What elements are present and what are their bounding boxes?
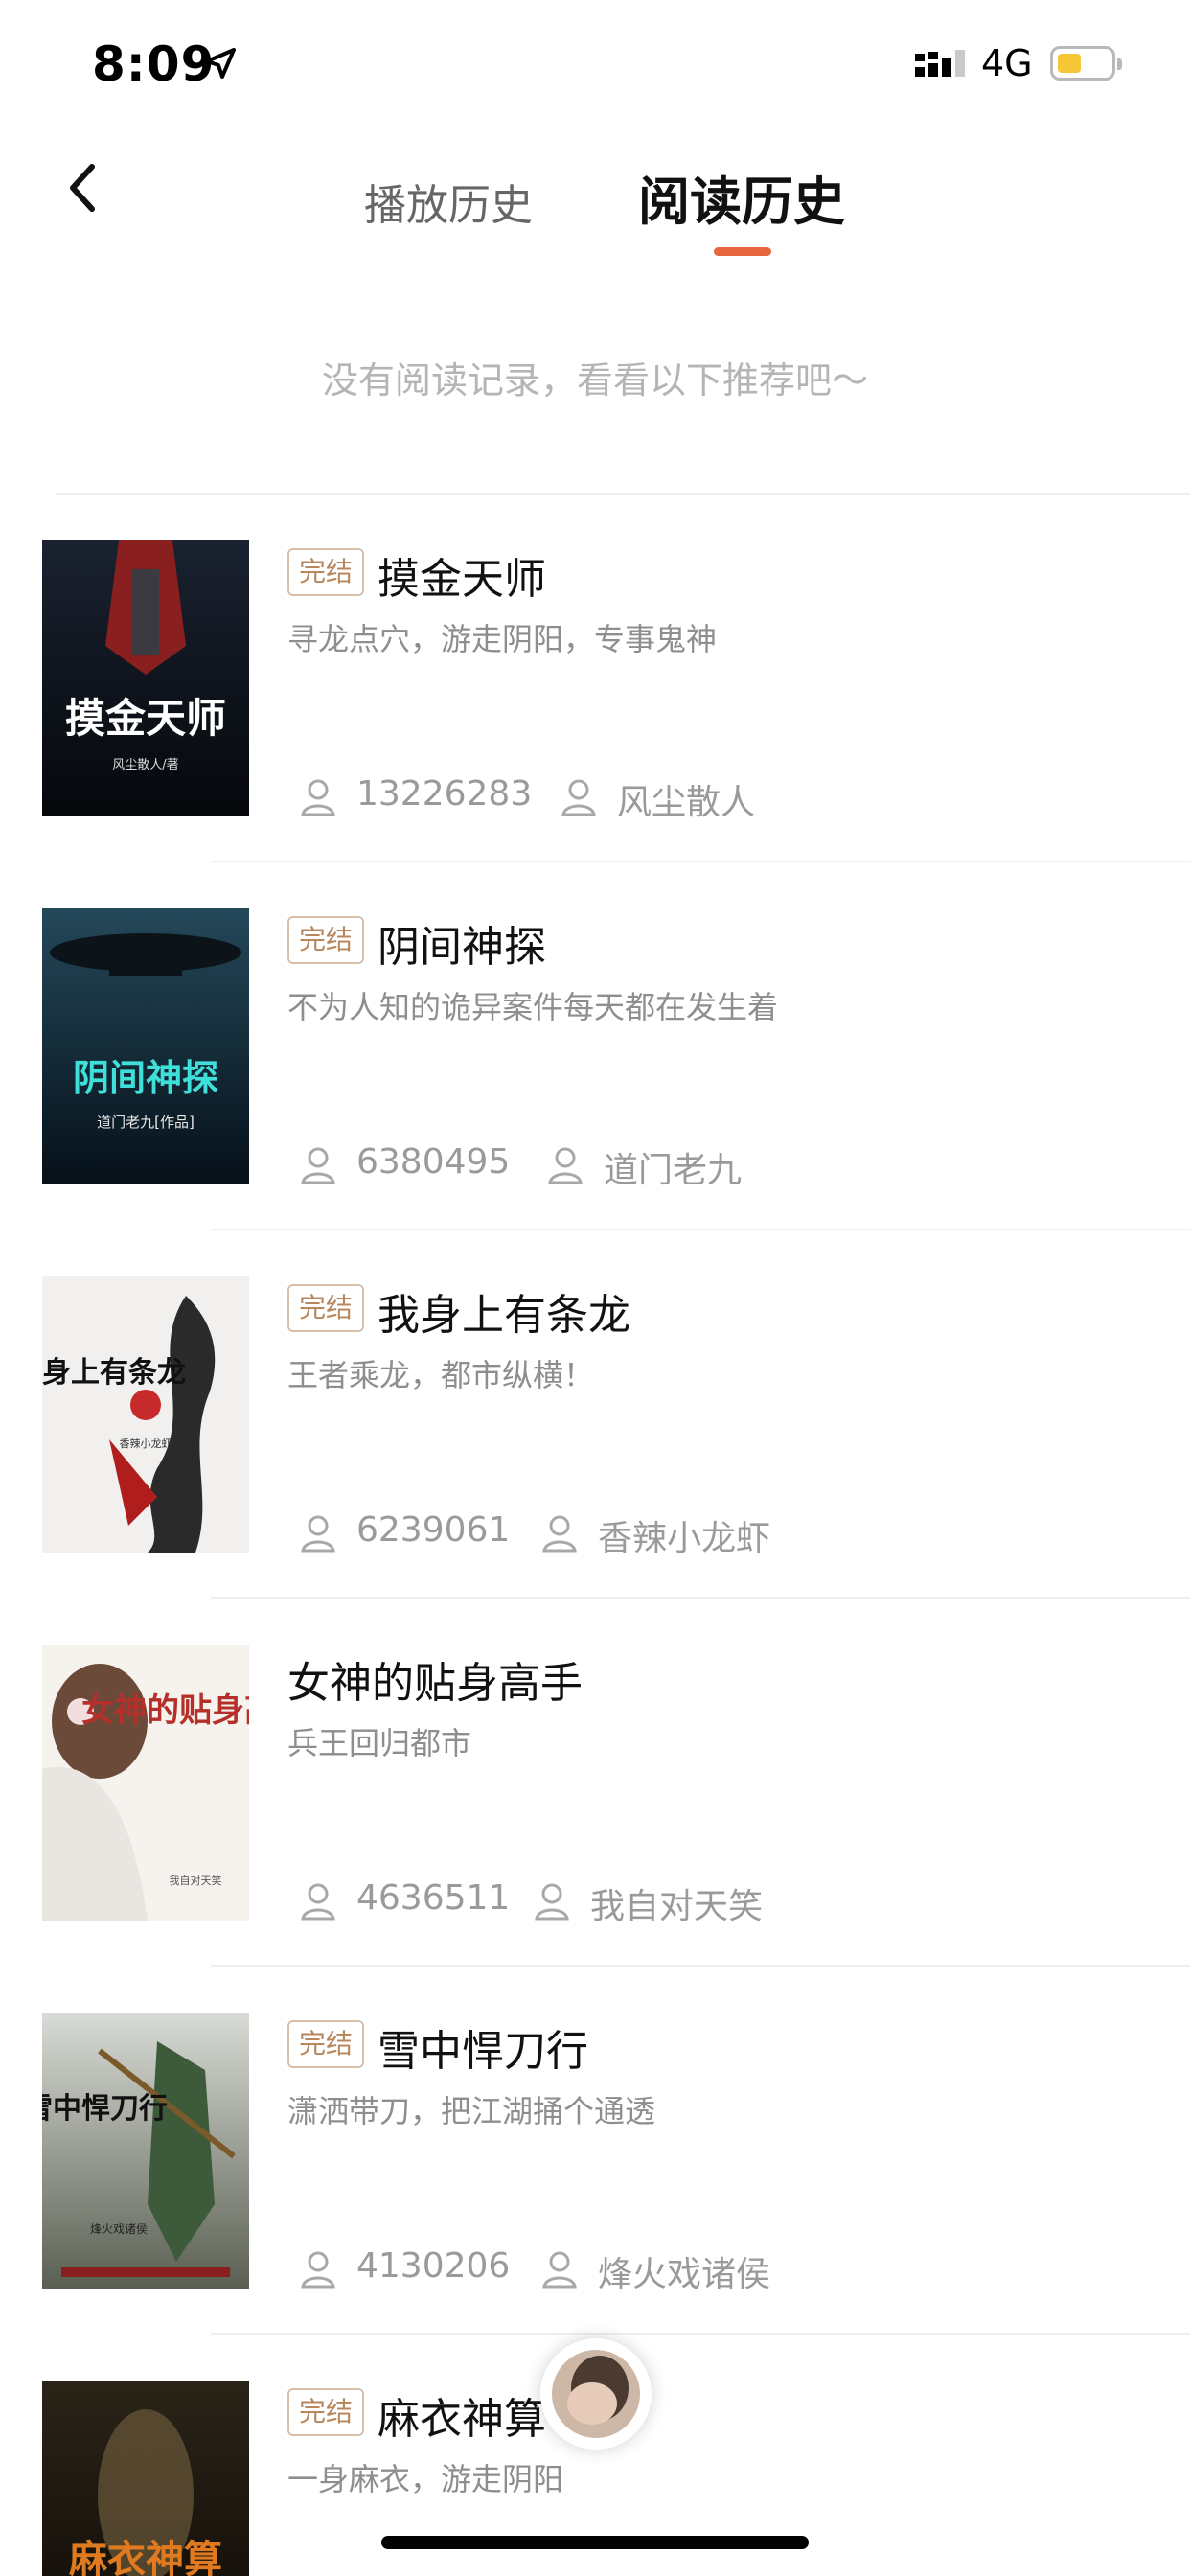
cover-author: 道门老九[作品]: [97, 1114, 195, 1131]
person-icon: [535, 1883, 569, 1920]
network-type: 4G: [981, 42, 1033, 84]
status-badge: 完结: [287, 2020, 365, 2068]
tab-play-history[interactable]: 播放历史: [364, 171, 533, 232]
cover-title: 雪中悍刀行: [42, 2092, 168, 2126]
cover-title: 摸金天师: [65, 695, 226, 742]
player-avatar: [552, 2350, 640, 2438]
book-description: 寻龙点穴，游走阴阳，专事鬼神: [287, 621, 718, 657]
signal-icon: [915, 50, 965, 77]
tab-read-history[interactable]: 阅读历史: [638, 159, 845, 235]
book-description: 潇洒带刀，把江湖捅个通透: [287, 2093, 656, 2129]
cover-title: 阴间神探: [73, 1056, 218, 1099]
book-cover[interactable]: 女神的贴身高手 我自对天笑: [42, 1644, 249, 1920]
book-description: 王者乘龙，都市纵横！: [287, 1357, 595, 1393]
status-time: 8:09: [92, 36, 216, 92]
floating-player-button[interactable]: [540, 2338, 652, 2450]
cover-author: 烽火戏诸侯: [90, 2222, 148, 2236]
book-title[interactable]: 雪中悍刀行: [378, 2016, 588, 2078]
book-description: 兵王回归都市: [287, 1725, 472, 1761]
home-indicator: [381, 2536, 809, 2549]
back-arrow-icon[interactable]: [61, 159, 109, 217]
book-item[interactable]: 阴间神探 道门老九[作品] 完结 阴间神探 不为人知的诡异案件每天都在发生着 6…: [0, 862, 1190, 1230]
person-icon: [301, 1515, 335, 1552]
book-description: 一身麻衣，游走阴阳: [287, 2461, 564, 2497]
status-badge: 完结: [287, 1284, 365, 1332]
cover-author: 香辣小龙虾: [120, 1437, 172, 1450]
status-badge: 完结: [287, 548, 365, 596]
status-bar: 8:09 4G: [0, 0, 1190, 125]
cover-title: 女神的贴身高手: [81, 1691, 249, 1730]
person-icon: [561, 779, 596, 816]
book-item[interactable]: 我身上有条龙 香辣小龙虾 完结 我身上有条龙 王者乘龙，都市纵横！ 623906…: [0, 1230, 1190, 1598]
status-badge: 完结: [287, 2388, 365, 2436]
cover-author: 我自对天笑: [170, 1874, 222, 1887]
status-badge: 完结: [287, 916, 365, 964]
book-item[interactable]: 摸金天师 风尘散人/著 完结 摸金天师 寻龙点穴，游走阴阳，专事鬼神 13226…: [0, 494, 1190, 862]
empty-message: 没有阅读记录，看看以下推荐吧～: [321, 359, 868, 402]
book-cover[interactable]: 麻衣神算: [42, 2380, 249, 2576]
person-icon: [301, 1883, 335, 1920]
cover-title: 我身上有条龙: [42, 1356, 186, 1390]
location-arrow-icon: [205, 48, 236, 79]
book-item[interactable]: 女神的贴身高手 我自对天笑 女神的贴身高手 兵王回归都市 4636511 我自对…: [0, 1598, 1190, 1966]
person-icon: [301, 1147, 335, 1184]
person-icon: [301, 779, 335, 816]
book-title[interactable]: 阴间神探: [378, 912, 546, 974]
book-cover[interactable]: 摸金天师 风尘散人/著: [42, 540, 249, 816]
person-icon: [301, 2251, 335, 2288]
book-description: 不为人知的诡异案件每天都在发生着: [287, 989, 779, 1025]
book-item[interactable]: 雪中悍刀行 烽火戏诸侯 完结 雪中悍刀行 潇洒带刀，把江湖捅个通透 413020…: [0, 1966, 1190, 2334]
book-title[interactable]: 麻衣神算: [378, 2384, 546, 2446]
tab-indicator: [714, 247, 771, 256]
book-title[interactable]: 摸金天师: [378, 544, 546, 606]
book-title[interactable]: 我身上有条龙: [378, 1280, 630, 1342]
cover-title: 麻衣神算: [69, 2537, 222, 2576]
book-title[interactable]: 女神的贴身高手: [287, 1648, 583, 1710]
person-icon: [542, 2251, 577, 2288]
book-cover[interactable]: 阴间神探 道门老九[作品]: [42, 908, 249, 1184]
battery-icon: [1050, 46, 1122, 80]
person-icon: [542, 1515, 577, 1552]
person-icon: [548, 1147, 583, 1184]
book-cover[interactable]: 雪中悍刀行 烽火戏诸侯: [42, 2012, 249, 2288]
book-cover[interactable]: 我身上有条龙 香辣小龙虾: [42, 1276, 249, 1552]
cover-author: 风尘散人/著: [112, 758, 178, 772]
